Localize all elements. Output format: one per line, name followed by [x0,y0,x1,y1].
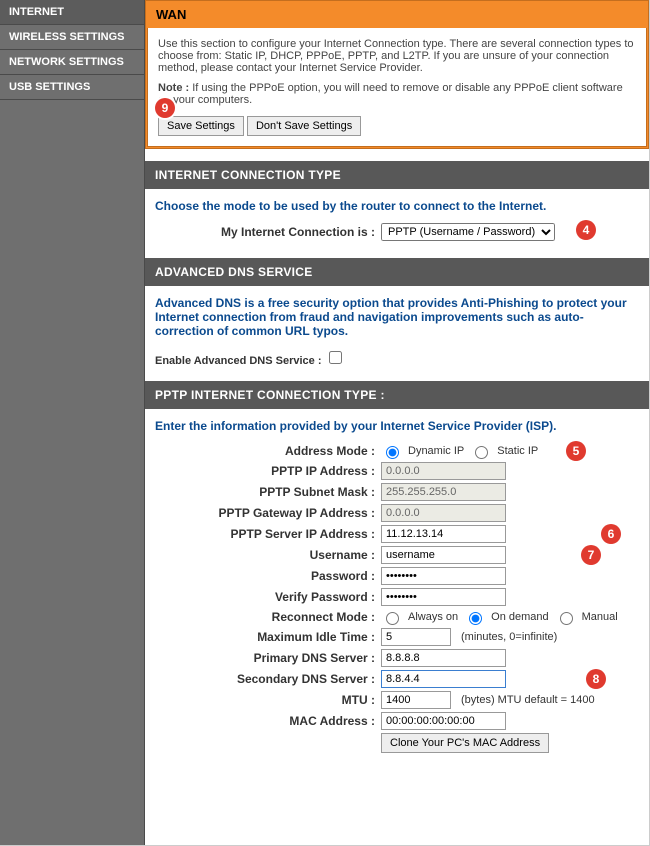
dont-save-settings-button[interactable]: Don't Save Settings [247,116,361,136]
wan-note: Note : If using the PPPoE option, you wi… [158,82,636,106]
mtu-label: MTU : [155,693,381,707]
adv-label: Enable Advanced DNS Service : [155,355,322,367]
always-on-text: Always on [408,611,458,623]
dns2-input[interactable] [381,670,506,688]
mtu-hint: (bytes) MTU default = 1400 [461,694,595,706]
manual-radio[interactable] [560,612,573,625]
dynamic-ip-text: Dynamic IP [408,445,464,457]
pptp-intro: Enter the information provided by your I… [155,419,639,433]
pptp-srv-label: PPTP Server IP Address : [155,527,381,541]
callout-badge-6: 6 [601,524,621,544]
pptp-mask-input[interactable] [381,483,506,501]
mac-label: MAC Address : [155,714,381,728]
mac-input[interactable] [381,712,506,730]
mtu-input[interactable] [381,691,451,709]
pptp-header: PPTP INTERNET CONNECTION TYPE : [145,381,649,409]
ict-label: My Internet Connection is : [155,225,381,239]
sidebar-item-wireless[interactable]: WIRELESS SETTINGS [0,25,144,50]
callout-badge-4: 4 [576,220,596,240]
dynamic-ip-radio[interactable] [386,446,399,459]
on-demand-radio[interactable] [469,612,482,625]
adv-intro: Advanced DNS is a free security option t… [155,296,639,338]
ict-intro: Choose the mode to be used by the router… [155,199,639,213]
adv-header: ADVANCED DNS SERVICE [145,258,649,286]
pptp-gw-input[interactable] [381,504,506,522]
pptp-mask-label: PPTP Subnet Mask : [155,485,381,499]
dns1-label: Primary DNS Server : [155,651,381,665]
static-ip-radio[interactable] [475,446,488,459]
always-on-radio[interactable] [386,612,399,625]
addr-mode-label: Address Mode : [155,444,381,458]
sidebar: INTERNET WIRELESS SETTINGS NETWORK SETTI… [0,0,145,845]
dns1-input[interactable] [381,649,506,667]
sidebar-item-internet[interactable]: INTERNET [0,0,144,25]
vpassword-label: Verify Password : [155,590,381,604]
idle-hint: (minutes, 0=infinite) [461,631,557,643]
wan-title: WAN [146,1,648,28]
manual-text: Manual [582,611,618,623]
pptp-ip-label: PPTP IP Address : [155,464,381,478]
ict-header: INTERNET CONNECTION TYPE [145,161,649,189]
idle-input[interactable] [381,628,451,646]
callout-badge-8: 8 [586,669,606,689]
vpassword-input[interactable] [381,588,506,606]
adv-dns-checkbox[interactable] [329,351,342,364]
password-label: Password : [155,569,381,583]
clone-mac-button[interactable]: Clone Your PC's MAC Address [381,733,549,753]
callout-badge-7: 7 [581,545,601,565]
callout-badge-9: 9 [155,98,175,118]
sidebar-item-network[interactable]: NETWORK SETTINGS [0,50,144,75]
pptp-srv-input[interactable] [381,525,506,543]
reconnect-label: Reconnect Mode : [155,610,381,624]
on-demand-text: On demand [491,611,548,623]
main-content: WAN Use this section to configure your I… [145,0,649,845]
wan-description: Use this section to configure your Inter… [158,38,636,74]
pptp-gw-label: PPTP Gateway IP Address : [155,506,381,520]
pptp-ip-input[interactable] [381,462,506,480]
username-input[interactable] [381,546,506,564]
save-settings-button[interactable]: Save Settings [158,116,244,136]
sidebar-item-usb[interactable]: USB SETTINGS [0,75,144,100]
dns2-label: Secondary DNS Server : [155,672,381,686]
connection-type-select[interactable]: PPTP (Username / Password) [381,223,555,241]
username-label: Username : [155,548,381,562]
idle-label: Maximum Idle Time : [155,630,381,644]
callout-badge-5: 5 [566,441,586,461]
password-input[interactable] [381,567,506,585]
wan-panel: WAN Use this section to configure your I… [145,0,649,149]
static-ip-text: Static IP [497,445,538,457]
